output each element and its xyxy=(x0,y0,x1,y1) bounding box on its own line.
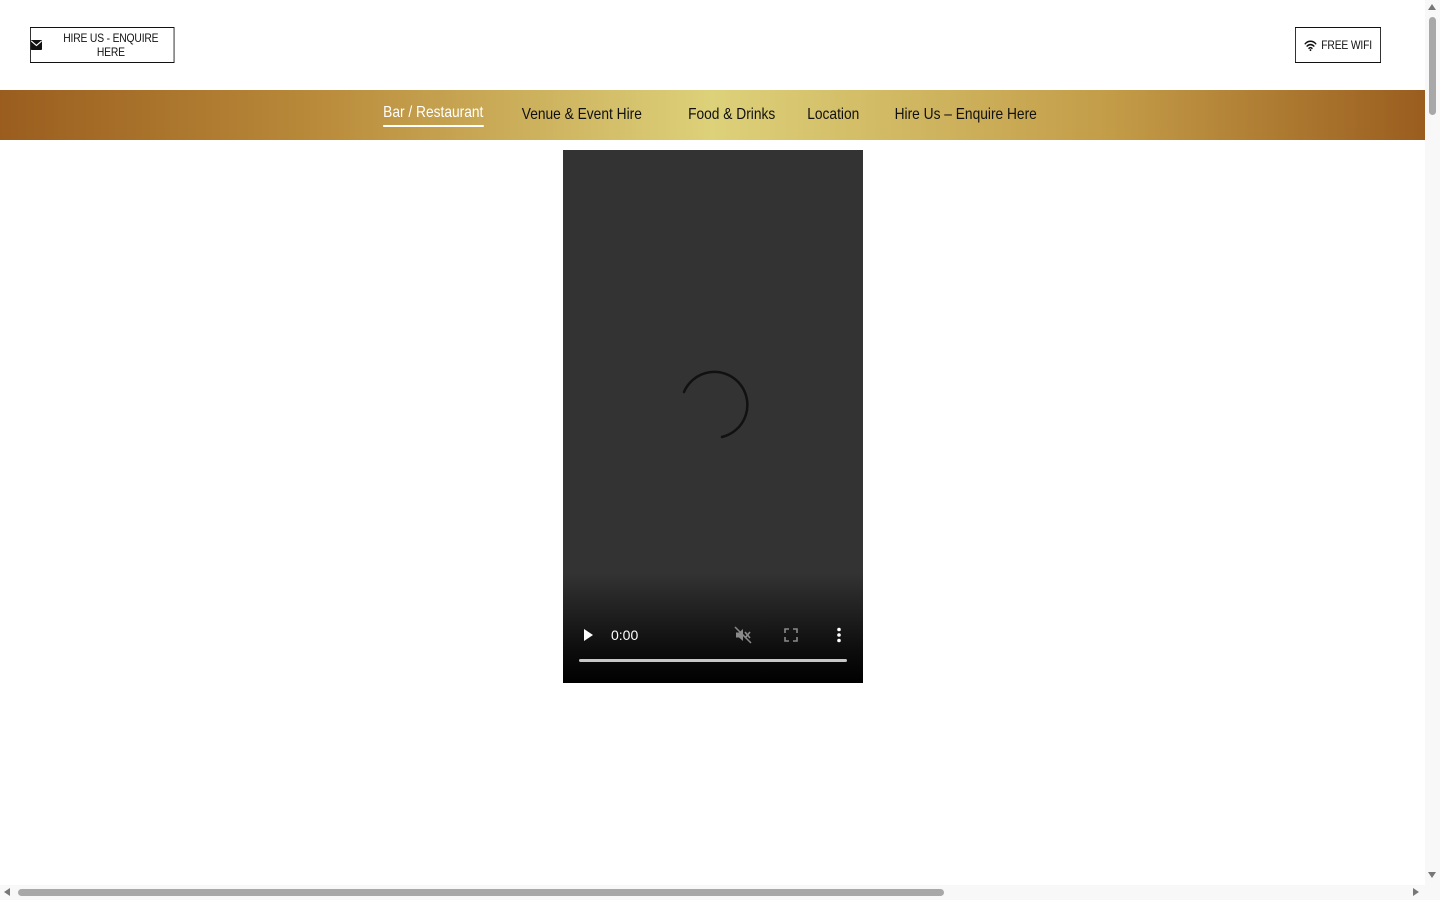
scroll-up-arrow-icon[interactable] xyxy=(1428,4,1436,10)
nav-item-hire-us-enquire[interactable]: Hire Us – Enquire Here xyxy=(886,90,1045,140)
spinner-icon xyxy=(682,370,749,439)
scroll-right-arrow-icon[interactable] xyxy=(1413,888,1419,896)
scroll-left-arrow-icon[interactable] xyxy=(4,888,10,896)
nav-item-label: Hire Us – Enquire Here xyxy=(894,106,1038,123)
mute-button[interactable] xyxy=(733,625,753,645)
nav-item-bar-restaurant[interactable]: Bar / Restaurant xyxy=(375,90,492,140)
video-time: 0:00 xyxy=(611,627,639,643)
nav-item-label: Bar / Restaurant xyxy=(383,104,484,127)
free-wifi-button[interactable]: FREE WIFI xyxy=(1295,27,1381,63)
scroll-down-arrow-icon[interactable] xyxy=(1428,872,1436,878)
page: HIRE US - ENQUIRE HERE FREE WIFI Bar / R… xyxy=(0,0,1425,885)
play-button[interactable] xyxy=(579,626,597,644)
nav-item-label: Food & Drinks xyxy=(688,106,776,123)
fullscreen-button[interactable] xyxy=(781,625,801,645)
horizontal-scrollbar[interactable] xyxy=(0,885,1425,900)
fullscreen-icon xyxy=(784,628,798,642)
controls-overlay xyxy=(563,573,863,683)
main-navigation: Bar / Restaurant Venue & Event Hire Food… xyxy=(0,90,1425,140)
hire-us-enquire-label: HIRE US - ENQUIRE HERE xyxy=(63,31,159,59)
vertical-scrollbar[interactable] xyxy=(1425,0,1440,885)
video-progress-bar[interactable] xyxy=(579,659,847,662)
vertical-scroll-thumb[interactable] xyxy=(1429,17,1436,115)
free-wifi-label: FREE WIFI xyxy=(1321,38,1372,52)
nav-item-venue-event-hire[interactable]: Venue & Event Hire xyxy=(513,90,650,140)
video-player[interactable]: 0:00 xyxy=(563,150,863,683)
more-options-button[interactable] xyxy=(829,625,849,645)
play-icon xyxy=(584,629,593,641)
nav-item-food-drinks[interactable]: Food & Drinks xyxy=(680,90,784,140)
nav-item-label: Venue & Event Hire xyxy=(521,106,642,123)
more-vert-icon xyxy=(837,627,841,643)
nav-item-label: Location xyxy=(807,106,860,123)
mute-icon xyxy=(734,626,752,644)
scrollbar-corner xyxy=(1425,885,1440,900)
hire-us-enquire-button[interactable]: HIRE US - ENQUIRE HERE xyxy=(30,27,175,63)
nav-item-location[interactable]: Location xyxy=(798,90,867,140)
horizontal-scroll-thumb[interactable] xyxy=(18,889,944,896)
wifi-icon xyxy=(1304,38,1317,52)
envelope-icon xyxy=(31,38,43,52)
nav-list: Bar / Restaurant Venue & Event Hire Food… xyxy=(365,90,1058,140)
